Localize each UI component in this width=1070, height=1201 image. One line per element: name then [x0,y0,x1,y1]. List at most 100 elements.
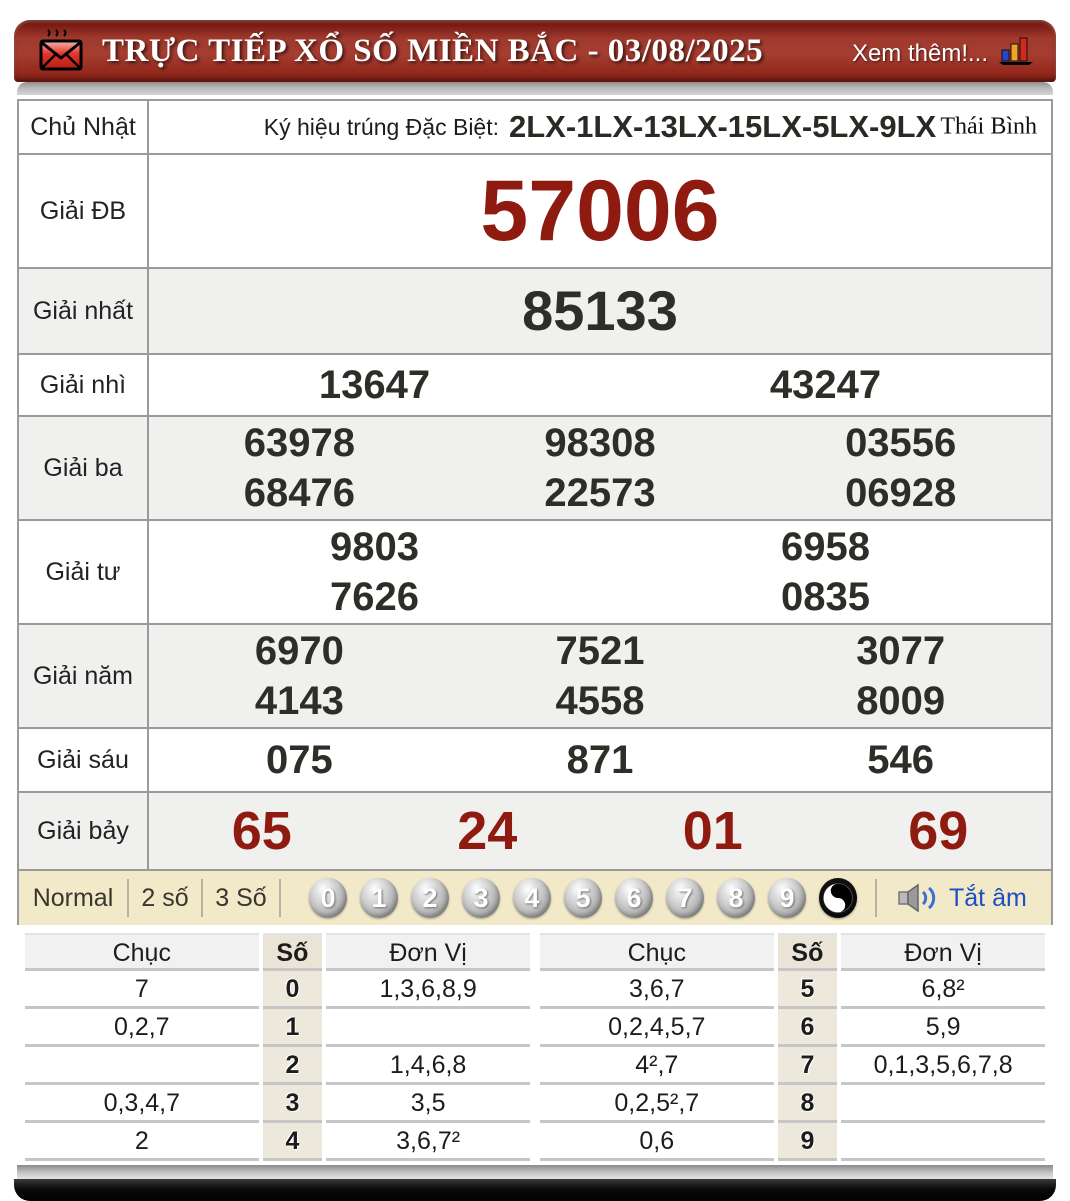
units-cell: 6,8² [841,971,1045,1009]
units-cell: 1,4,6,8 [326,1047,530,1085]
prize-number: 63978 [243,421,355,465]
header-divider [17,82,1053,95]
column-header-units: Đơn Vị [326,933,530,971]
divider [279,879,281,917]
table-row-third-prize: Giải ba 63978 98308 03556 68476 22573 06… [19,417,1051,521]
seventh-prize-number: 24 [457,801,518,861]
tens-cell: 2 [25,1123,259,1161]
seventh-prize-number: 01 [682,801,743,861]
mode-button-normal[interactable]: Normal [19,884,127,913]
prize-number: 3077 [856,629,946,673]
prize-number: 68476 [243,471,355,515]
prize-number: 0835 [781,575,870,619]
digit-ball-2[interactable]: 2 [411,878,449,918]
special-sign-value: 2LX-1LX-13LX-15LX-5LX-9LX [509,109,937,144]
table-row-sixth-prize: Giải sáu 075 871 546 [19,729,1051,793]
digit-ball-3[interactable]: 3 [462,878,500,918]
digit-ball-7[interactable]: 7 [666,878,704,918]
see-more-link[interactable]: Xem thêm!... [852,40,988,68]
table-row-info: Chủ Nhật Ký hiệu trúng Đặc Biệt: 2LX-1LX… [19,101,1051,155]
tens-cell: 0,3,4,7 [25,1085,259,1123]
column-header-digit: Số [777,933,838,971]
tens-cell [25,1047,259,1085]
units-cell [841,1085,1045,1123]
units-cell: 0,1,3,5,6,7,8 [841,1047,1045,1085]
tens-cell: 0,6 [540,1123,774,1161]
prize-number: 13647 [318,363,431,407]
prize-number: 6958 [781,525,870,569]
prize-label: Giải năm [19,625,149,727]
envelope-icon [36,26,86,76]
digit-ball-0[interactable]: 0 [309,878,347,918]
speaker-icon [897,882,941,914]
prize-label: Giải tư [19,521,149,623]
prize-label: Giải nhì [19,355,149,415]
column-header-tens: Chục [540,933,774,971]
seventh-prize-number: 65 [231,801,292,861]
prize-number: 43247 [769,363,882,407]
digit-cell: 3 [262,1085,323,1123]
footer-bar [14,1179,1056,1201]
divider [875,879,877,917]
prize-number: 6970 [254,629,344,673]
mode-button-3-digits[interactable]: 3 Số [203,884,279,913]
prize-number: 546 [867,738,935,782]
prize-label: Giải nhất [19,269,149,353]
digit-ball-1[interactable]: 1 [360,878,398,918]
units-cell: 5,9 [841,1009,1045,1047]
table-row-seventh-prize: Giải bảy 65 24 01 69 [19,793,1051,869]
prize-number: 7626 [330,575,419,619]
prize-number: 4143 [254,679,344,723]
table-row-second-prize: Giải nhì 13647 43247 [19,355,1051,417]
tens-cell: 3,6,7 [540,971,774,1009]
header-bar: TRỰC TIẾP XỔ SỐ MIỀN BẮC - 03/08/2025 Xe… [14,20,1056,82]
table-row-first-prize: Giải nhất 85133 [19,269,1051,355]
digit-cell: 6 [777,1009,838,1047]
loto-stats-table-right: Chục Số Đơn Vị 3,6,7 5 6,8² 0,2,4,5,7 6 … [540,933,1045,1161]
units-cell: 3,6,7² [326,1123,530,1161]
lottery-widget: TRỰC TIẾP XỔ SỐ MIỀN BẮC - 03/08/2025 Xe… [14,20,1056,1201]
digit-ball-8[interactable]: 8 [717,878,755,918]
page-title: TRỰC TIẾP XỔ SỐ MIỀN BẮC - 03/08/2025 [102,32,764,69]
tens-cell: 0,2,7 [25,1009,259,1047]
tens-cell: 0,2,4,5,7 [540,1009,774,1047]
prize-label: Giải bảy [19,793,149,869]
prize-number: 8009 [856,679,946,723]
special-prize-number: 57006 [480,163,720,259]
table-row-special-prize: Giải ĐB 57006 [19,155,1051,269]
mode-button-2-digits[interactable]: 2 số [129,884,201,913]
column-header-units: Đơn Vị [841,933,1045,971]
digit-cell: 1 [262,1009,323,1047]
digit-ball-6[interactable]: 6 [615,878,653,918]
units-cell: 3,5 [326,1085,530,1123]
prize-number: 03556 [845,421,957,465]
bar-chart-icon[interactable] [998,34,1034,68]
prize-label: Giải ba [19,417,149,519]
digit-ball-4[interactable]: 4 [513,878,551,918]
digit-cell: 5 [777,971,838,1009]
table-row-fourth-prize: Giải tư 9803 6958 7626 0835 [19,521,1051,625]
digit-ball-row: 0 1 2 3 4 5 6 7 8 9 [309,878,857,918]
prize-number: 22573 [544,471,656,515]
yin-yang-ball[interactable] [819,878,857,918]
results-table: Chủ Nhật Ký hiệu trúng Đặc Biệt: 2LX-1LX… [17,99,1053,871]
special-sign-label: Ký hiệu trúng Đặc Biệt: [263,113,499,140]
digit-ball-5[interactable]: 5 [564,878,602,918]
weekday-label: Chủ Nhật [19,101,149,153]
loto-stats-section: Chục Số Đơn Vị 7 0 1,3,6,8,9 0,2,7 1 2 1… [17,925,1053,1163]
units-cell: 1,3,6,8,9 [326,971,530,1009]
loto-stats-table-left: Chục Số Đơn Vị 7 0 1,3,6,8,9 0,2,7 1 2 1… [25,933,530,1161]
prize-number: 7521 [555,629,645,673]
prize-number: 4558 [555,679,645,723]
prize-label: Giải sáu [19,729,149,791]
digit-ball-9[interactable]: 9 [768,878,806,918]
digit-cell: 7 [777,1047,838,1085]
mute-button[interactable]: Tắt âm [897,882,1027,914]
tens-cell: 4²,7 [540,1047,774,1085]
control-bar: Normal 2 số 3 Số 0 1 2 3 4 5 6 7 8 9 Tắt… [17,871,1053,925]
first-prize-number: 85133 [522,279,678,342]
prize-number: 075 [265,738,333,782]
digit-cell: 9 [777,1123,838,1161]
prize-number: 98308 [544,421,656,465]
units-cell [841,1123,1045,1161]
